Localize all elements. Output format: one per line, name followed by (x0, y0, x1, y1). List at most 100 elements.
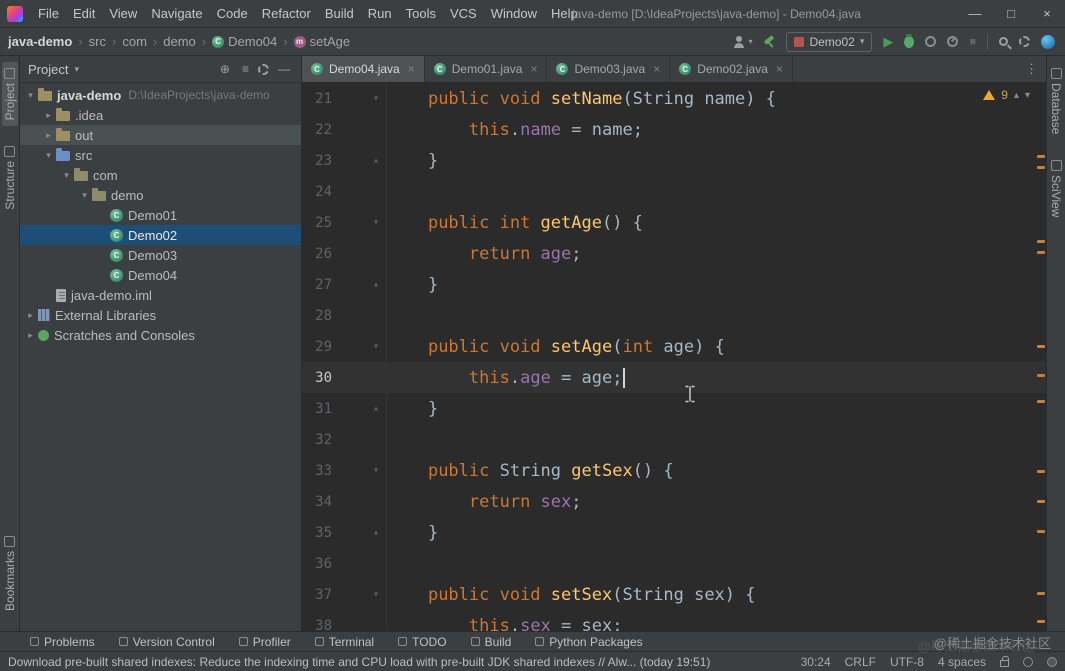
collapse-all-icon[interactable]: ≡ (239, 63, 252, 75)
debug-button[interactable] (904, 33, 915, 48)
fold-end-icon[interactable]: ▴ (368, 527, 384, 538)
settings-gear-icon[interactable] (1019, 36, 1030, 47)
status-crlf[interactable]: CRLF (845, 655, 876, 669)
tree-item-demo03[interactable]: C Demo03 (20, 245, 301, 265)
breadcrumb-demo04[interactable]: C Demo04 (210, 34, 279, 49)
breadcrumb-src[interactable]: src (87, 34, 108, 49)
code-line-23[interactable]: 23 ▴ } (302, 145, 1046, 176)
tree-item-java-demo-iml[interactable]: java-demo.iml (20, 285, 301, 305)
code-line-35[interactable]: 35 ▴ } (302, 517, 1046, 548)
profiler-button[interactable] (947, 36, 959, 47)
code-line-27[interactable]: 27 ▴ } (302, 269, 1046, 300)
tool-window-button-todo[interactable]: TODO (398, 635, 447, 649)
status-utf-8[interactable]: UTF-8 (890, 655, 924, 669)
locate-file-icon[interactable]: ⊕ (217, 63, 233, 75)
tool-stripe-sciview[interactable]: SciView (1048, 154, 1064, 223)
menu-build[interactable]: Build (318, 6, 361, 21)
tree-item-idea[interactable]: ▸ .idea (20, 105, 301, 125)
tree-item-demo01[interactable]: C Demo01 (20, 205, 301, 225)
run-config-selector[interactable]: Demo02 ▾ (786, 31, 873, 52)
chevron-right-icon[interactable]: ▸ (42, 110, 55, 121)
panel-settings-icon[interactable] (258, 63, 269, 75)
menu-run[interactable]: Run (361, 6, 399, 21)
code-line-22[interactable]: 22 this.name = name; (302, 114, 1046, 145)
menu-code[interactable]: Code (210, 6, 255, 21)
tab-demo04-java[interactable]: C Demo04.java × (302, 56, 425, 82)
menu-vcs[interactable]: VCS (443, 6, 484, 21)
code-line-21[interactable]: 21 ▾ public void setName(String name) { (302, 83, 1046, 114)
tool-window-button-version-control[interactable]: Version Control (118, 635, 215, 649)
status-message[interactable]: Download pre-built shared indexes: Reduc… (8, 655, 710, 669)
status-30-24[interactable]: 30:24 (801, 655, 831, 669)
tool-stripe-project[interactable]: Project (1, 62, 18, 127)
tree-item-demo[interactable]: ▾ demo (20, 185, 301, 205)
chevron-right-icon[interactable]: ▸ (24, 330, 37, 341)
fold-end-icon[interactable]: ▴ (368, 403, 384, 414)
code-line-37[interactable]: 37 ▾ public void setSex(String sex) { (302, 579, 1046, 610)
fold-end-icon[interactable]: ▴ (368, 155, 384, 166)
run-button[interactable]: ▶ (883, 35, 893, 48)
code-line-33[interactable]: 33 ▾ public String getSex() { (302, 455, 1046, 486)
breadcrumb-com[interactable]: com (120, 34, 149, 49)
tool-stripe-bookmarks[interactable]: Bookmarks (2, 530, 18, 617)
tool-stripe-structure[interactable]: Structure (2, 140, 18, 216)
tool-window-button-terminal[interactable]: Terminal (314, 635, 374, 649)
tree-item-com[interactable]: ▾ com (20, 165, 301, 185)
prev-warning-icon[interactable]: ▴ (1014, 90, 1019, 101)
close-tab-icon[interactable]: × (408, 62, 415, 76)
chevron-down-icon[interactable]: ▾ (60, 170, 73, 181)
build-hammer-icon[interactable] (763, 36, 775, 48)
tree-item-java-demo[interactable]: ▾ java-demo D:\IdeaProjects\java-demo (20, 85, 301, 105)
notifications-icon[interactable] (1023, 656, 1033, 667)
breadcrumb-setage[interactable]: m setAge (292, 34, 352, 49)
fold-end-icon[interactable]: ▴ (368, 279, 384, 290)
tree-item-src[interactable]: ▾ src (20, 145, 301, 165)
fold-open-icon[interactable]: ▾ (368, 341, 384, 352)
chevron-right-icon[interactable]: ▸ (24, 310, 37, 321)
menu-navigate[interactable]: Navigate (144, 6, 209, 21)
menu-edit[interactable]: Edit (66, 6, 102, 21)
code-line-29[interactable]: 29 ▾ public void setAge(int age) { (302, 331, 1046, 362)
menu-window[interactable]: Window (484, 6, 544, 21)
code-line-30[interactable]: 30 this.age = age; (302, 362, 1046, 393)
status-4-spaces[interactable]: 4 spaces (938, 655, 986, 669)
chevron-down-icon[interactable]: ▾ (78, 190, 91, 201)
menu-tools[interactable]: Tools (399, 6, 443, 21)
fold-open-icon[interactable]: ▾ (368, 589, 384, 600)
menu-view[interactable]: View (102, 6, 144, 21)
tree-item-out[interactable]: ▸ out (20, 125, 301, 145)
fold-open-icon[interactable]: ▾ (368, 93, 384, 104)
tool-stripe-database[interactable]: Database (1048, 62, 1064, 140)
chevron-down-icon[interactable]: ▾ (42, 150, 55, 161)
inspections-widget[interactable]: 9 ▴ ▾ (983, 88, 1030, 102)
tree-item-demo04[interactable]: C Demo04 (20, 265, 301, 285)
tree-item-scratches-and-consoles[interactable]: ▸ Scratches and Consoles (20, 325, 301, 345)
breadcrumb-demo[interactable]: demo (161, 34, 198, 49)
close-tab-icon[interactable]: × (653, 62, 660, 76)
tool-window-button-python-packages[interactable]: Python Packages (535, 635, 643, 649)
lock-icon[interactable] (1000, 656, 1009, 667)
fold-open-icon[interactable]: ▾ (368, 217, 384, 228)
code-line-38[interactable]: 38 this.sex = sex; (302, 610, 1046, 632)
code-line-31[interactable]: 31 ▴ } (302, 393, 1046, 424)
tab-demo01-java[interactable]: C Demo01.java × (425, 56, 548, 82)
code-line-26[interactable]: 26 return age; (302, 238, 1046, 269)
tree-item-demo02[interactable]: C Demo02 (20, 225, 301, 245)
maximize-button[interactable]: □ (993, 0, 1029, 27)
code-editor[interactable]: 21 ▾ public void setName(String name) {22… (302, 83, 1046, 631)
tab-demo02-java[interactable]: C Demo02.java × (670, 56, 793, 82)
blue-sphere-icon[interactable] (1041, 34, 1055, 49)
code-line-36[interactable]: 36 (302, 548, 1046, 579)
hide-panel-icon[interactable]: — (275, 63, 293, 75)
menu-file[interactable]: File (31, 6, 66, 21)
project-panel-title[interactable]: Project (28, 62, 68, 77)
memory-indicator-icon[interactable] (1047, 656, 1057, 667)
minimize-button[interactable]: — (957, 0, 993, 27)
chevron-right-icon[interactable]: ▸ (42, 130, 55, 141)
user-icon[interactable] (733, 35, 745, 48)
close-tab-icon[interactable]: × (776, 62, 783, 76)
tab-demo03-java[interactable]: C Demo03.java × (547, 56, 671, 82)
chevron-down-icon[interactable]: ▾ (24, 90, 37, 101)
tool-window-button-problems[interactable]: Problems (30, 635, 95, 649)
code-line-28[interactable]: 28 (302, 300, 1046, 331)
